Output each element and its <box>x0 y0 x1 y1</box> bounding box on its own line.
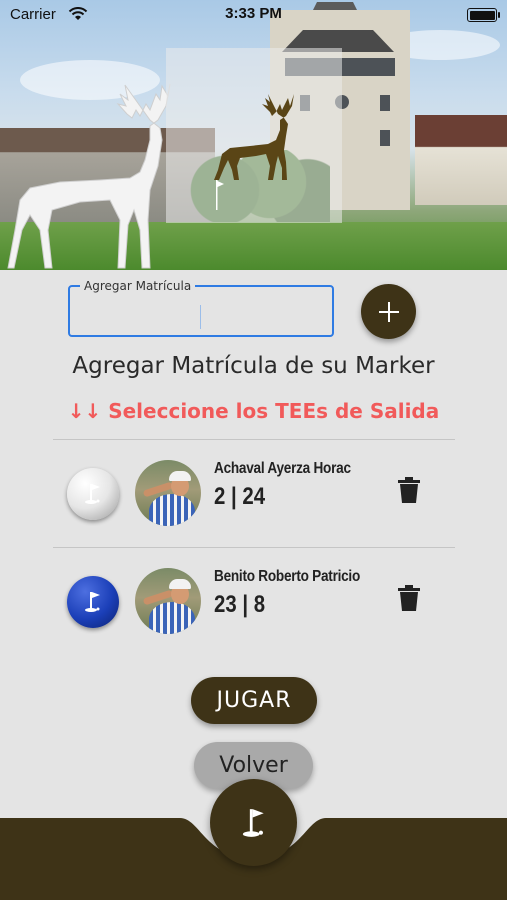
golf-flag-icon <box>85 592 100 612</box>
tee-instruction: ↓↓ Seleccione los TEEs de Salida <box>67 399 440 423</box>
golf-flag-icon <box>242 808 264 837</box>
tee-selector-blue[interactable] <box>67 576 119 628</box>
trash-icon[interactable] <box>398 585 420 611</box>
player-stats: 23 | 8 <box>214 591 266 618</box>
golf-home-button[interactable] <box>210 779 297 866</box>
flag-icon <box>216 180 224 210</box>
tee-selector-white[interactable] <box>67 468 119 520</box>
battery-icon <box>467 8 500 22</box>
matricula-input-label: Agregar Matrícula <box>80 279 196 293</box>
trash-icon[interactable] <box>398 477 420 503</box>
deer-statue <box>7 83 171 269</box>
hero-image <box>0 0 507 270</box>
add-matricula-button[interactable] <box>361 284 416 339</box>
golf-flag-icon <box>85 484 100 504</box>
player-stats: 2 | 24 <box>214 483 266 510</box>
deer-logo <box>214 94 294 180</box>
player-row: Achaval Ayerza Horac 2 | 24 <box>53 447 455 547</box>
plus-icon <box>378 301 399 322</box>
avatar <box>135 568 201 634</box>
player-name: Achaval Ayerza Horac <box>214 460 351 477</box>
status-time: 3:33 PM <box>225 5 282 22</box>
text-cursor <box>200 305 201 329</box>
status-bar: Carrier 3:33 PM <box>0 0 507 30</box>
player-row: Benito Roberto Patricio 23 | 8 <box>53 555 455 655</box>
player-name: Benito Roberto Patricio <box>214 568 361 585</box>
right-building <box>415 115 507 205</box>
divider <box>53 439 455 440</box>
avatar <box>135 460 201 526</box>
jugar-button[interactable]: JUGAR <box>191 677 317 724</box>
divider <box>53 547 455 548</box>
page-title: Agregar Matrícula de su Marker <box>72 353 435 379</box>
